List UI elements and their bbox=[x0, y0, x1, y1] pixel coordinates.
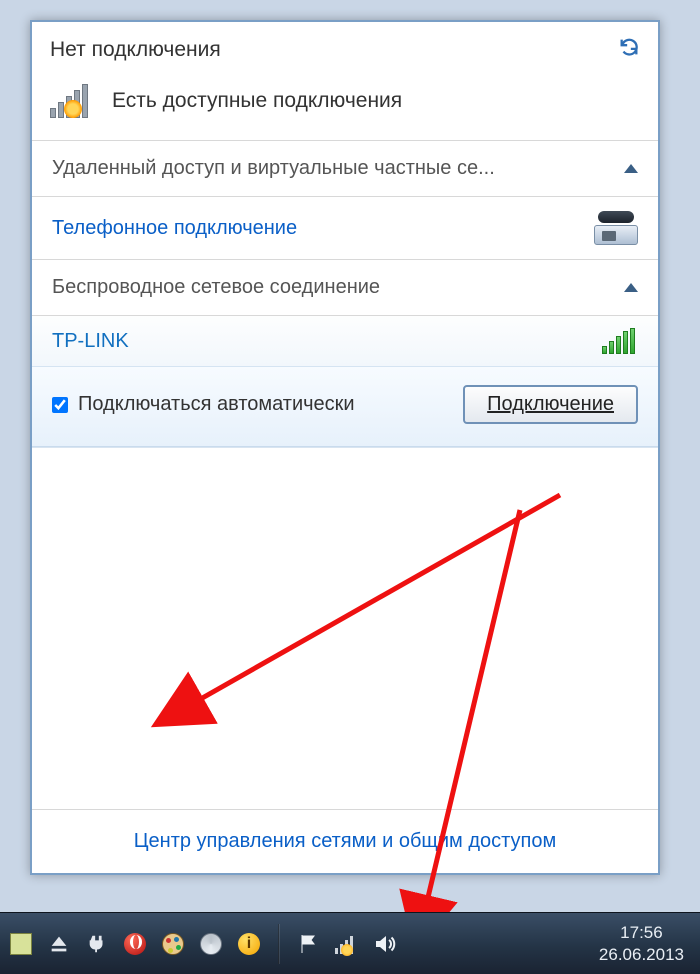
tray-separator bbox=[278, 924, 280, 964]
tray-sync-icon[interactable] bbox=[198, 931, 224, 957]
wifi-ssid: TP-LINK bbox=[52, 330, 129, 353]
connect-button[interactable]: Подключение bbox=[463, 385, 638, 424]
signal-strength-icon bbox=[602, 328, 638, 354]
tray-info-icon[interactable]: i bbox=[236, 931, 262, 957]
tray-opera-icon[interactable] bbox=[122, 931, 148, 957]
wireless-section-label: Беспроводное сетевое соединение bbox=[52, 276, 380, 299]
auto-connect-checkbox[interactable] bbox=[52, 397, 68, 413]
clock-time: 17:56 bbox=[599, 922, 684, 943]
tray-flag-icon[interactable] bbox=[296, 931, 322, 957]
available-connections-label: Есть доступные подключения bbox=[112, 89, 402, 113]
connection-status-title: Нет подключения bbox=[50, 38, 221, 62]
tray-network-icon[interactable] bbox=[334, 931, 360, 957]
chevron-up-icon bbox=[624, 283, 638, 292]
taskbar-clock[interactable]: 17:56 26.06.2013 bbox=[599, 922, 692, 965]
flyout-footer: Центр управления сетями и общим доступом bbox=[32, 809, 658, 873]
available-connections-row: Есть доступные подключения bbox=[32, 78, 658, 141]
wireless-section-header[interactable]: Беспроводное сетевое соединение bbox=[32, 260, 658, 316]
network-flyout: Нет подключения Есть доступные подключен… bbox=[30, 20, 660, 875]
tray-power-icon[interactable] bbox=[84, 931, 110, 957]
wifi-network-item[interactable]: TP-LINK Подключаться автоматически Подкл… bbox=[32, 316, 658, 448]
refresh-icon[interactable] bbox=[618, 36, 640, 64]
empty-area bbox=[32, 448, 658, 809]
auto-connect-label: Подключаться автоматически bbox=[78, 392, 355, 417]
tray-volume-icon[interactable] bbox=[372, 931, 398, 957]
vpn-section-header[interactable]: Удаленный доступ и виртуальные частные с… bbox=[32, 141, 658, 197]
chevron-up-icon bbox=[624, 164, 638, 173]
signal-available-icon bbox=[50, 84, 96, 118]
vpn-section-label: Удаленный доступ и виртуальные частные с… bbox=[52, 157, 495, 180]
tray-notes-icon[interactable] bbox=[8, 931, 34, 957]
taskbar: i 17:56 26.06.2013 bbox=[0, 912, 700, 974]
dialup-link[interactable]: Телефонное подключение bbox=[52, 217, 297, 240]
network-center-link[interactable]: Центр управления сетями и общим доступом bbox=[134, 830, 557, 852]
fax-phone-icon bbox=[594, 211, 638, 245]
clock-date: 26.06.2013 bbox=[599, 944, 684, 965]
tray-eject-icon[interactable] bbox=[46, 931, 72, 957]
flyout-header: Нет подключения bbox=[32, 22, 658, 78]
dialup-connection-row[interactable]: Телефонное подключение bbox=[32, 197, 658, 260]
tray-palette-icon[interactable] bbox=[160, 931, 186, 957]
